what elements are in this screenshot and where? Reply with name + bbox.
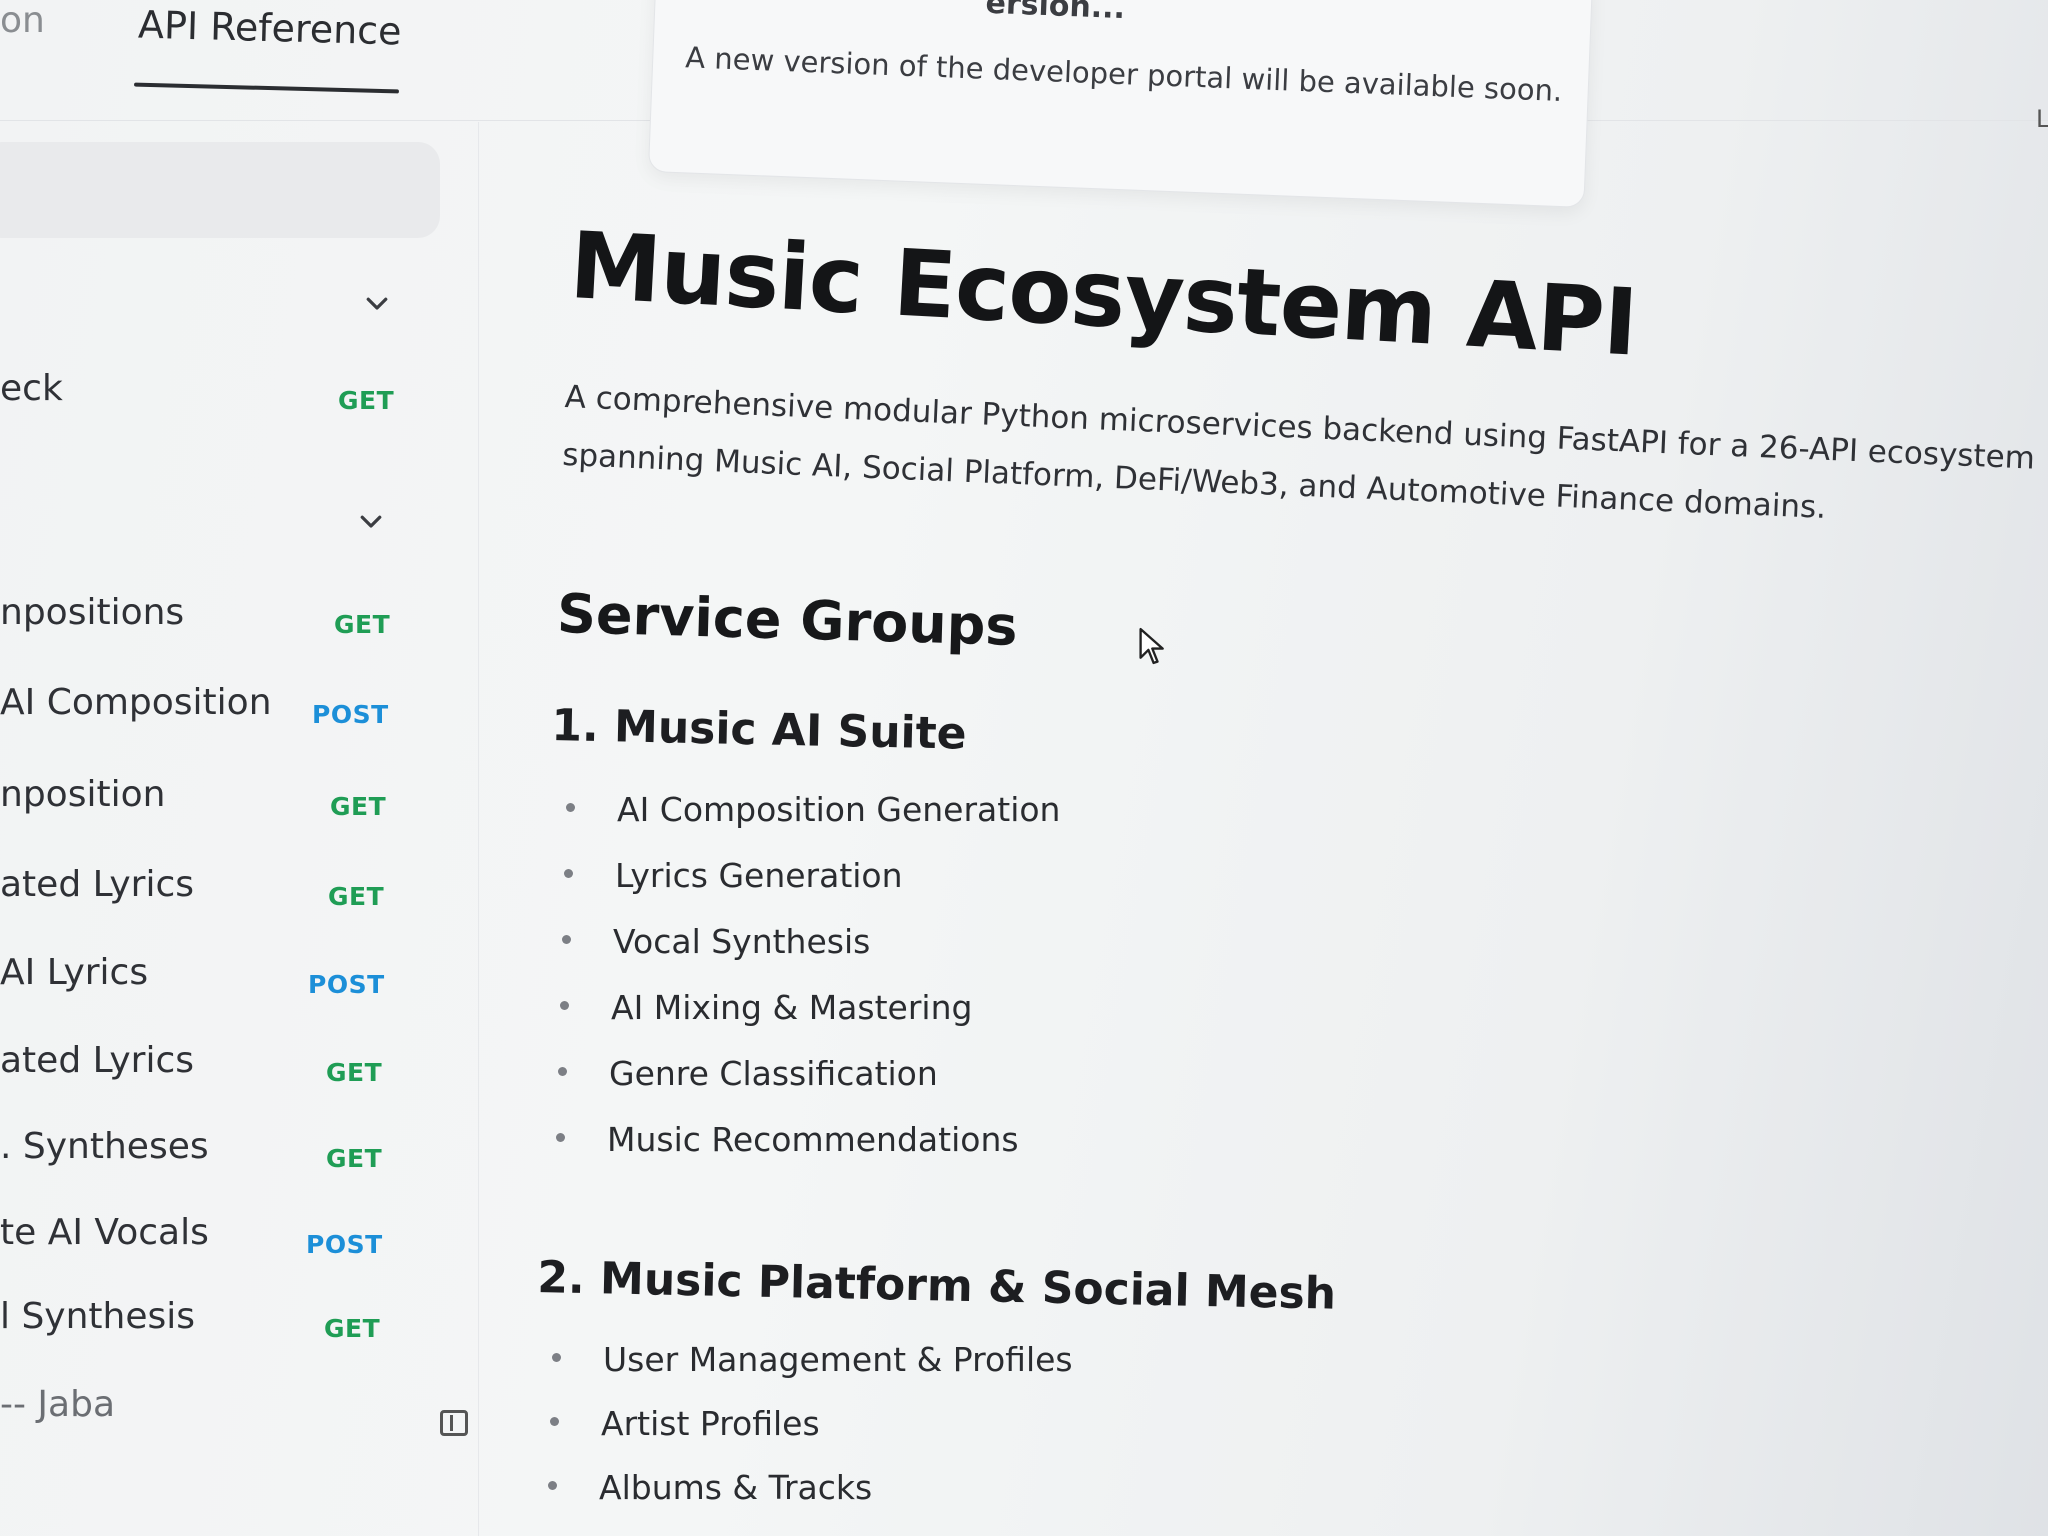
method-badge: GET [338, 386, 395, 415]
method-badge: POST [308, 970, 385, 999]
sidebar-item[interactable]: AI Lyrics POST [0, 952, 420, 1008]
method-badge: POST [306, 1230, 383, 1259]
page: on API Reference ersion... A new version… [0, 0, 2048, 1536]
sidebar-item-label: -- Jaba [0, 1384, 116, 1424]
list-item: Lyrics Generation [564, 856, 903, 895]
main-content: Music Ecosystem API A comprehensive modu… [536, 190, 2036, 1530]
banner-message: A new version of the developer portal wi… [684, 40, 1563, 108]
sidebar-toggle-icon[interactable] [440, 1410, 468, 1436]
bullet-icon [564, 869, 573, 878]
group-title: 1. Music AI Suite [550, 700, 968, 760]
list-item: Music Recommendations [556, 1120, 1019, 1159]
bullet-icon [566, 803, 575, 812]
sidebar-item[interactable]: -- Jaba [0, 1384, 420, 1424]
page-title: Music Ecosystem API [567, 212, 1640, 377]
method-badge: GET [324, 1314, 381, 1343]
sidebar-item-label: te AI Vocals [0, 1212, 209, 1253]
sidebar-item[interactable]: ated Lyrics GET [0, 1040, 420, 1096]
mouse-pointer-icon [1138, 626, 1164, 666]
sidebar-item-label: . Syntheses [0, 1126, 209, 1167]
bullet-icon [562, 935, 571, 944]
tab-api-reference[interactable]: API Reference [137, 3, 402, 54]
sidebar-item-label: ated Lyrics [0, 1040, 195, 1081]
bullet-icon [558, 1067, 567, 1076]
banner-title: ersion... [984, 0, 1126, 27]
list-item: Artist Profiles [550, 1404, 820, 1443]
list-item: Albums & Tracks [548, 1468, 872, 1507]
bullet-icon [560, 1001, 569, 1010]
announcement-banner: ersion... A new version of the developer… [647, 0, 1594, 208]
sidebar-item-label: ated Lyrics [0, 864, 195, 905]
sidebar-item[interactable]: ated Lyrics GET [0, 864, 420, 920]
method-badge: POST [312, 700, 389, 729]
bullet-icon [550, 1417, 559, 1426]
nav-tab-partial[interactable]: on [0, 0, 45, 41]
sidebar-item-label: nposition [0, 774, 166, 815]
method-badge: GET [326, 1058, 383, 1087]
list-item: AI Mixing & Mastering [560, 988, 972, 1027]
sidebar-item[interactable]: l Synthesis GET [0, 1296, 420, 1352]
list-item: User Management & Profiles [552, 1340, 1073, 1379]
sidebar-item-label: AI Lyrics [0, 952, 149, 993]
chevron-down-icon[interactable] [362, 288, 392, 318]
chevron-down-icon[interactable] [356, 506, 386, 536]
sidebar-item-label: npositions [0, 592, 185, 633]
method-badge: GET [328, 882, 385, 911]
sidebar-item[interactable]: nposition GET [0, 774, 420, 830]
bullet-icon [548, 1481, 557, 1490]
method-badge: GET [334, 610, 391, 639]
sidebar-item[interactable]: AI Composition POST [0, 682, 420, 738]
method-badge: GET [330, 792, 387, 821]
sidebar-item[interactable]: eck GET [0, 368, 420, 424]
bullet-icon [552, 1353, 561, 1362]
list-item: Genre Classification [558, 1054, 938, 1093]
header-edge-glyph: L [2036, 105, 2048, 133]
sidebar-search-box[interactable] [0, 142, 440, 238]
sidebar-item-label: AI Composition [0, 682, 272, 723]
active-tab-indicator [133, 82, 400, 94]
page-description: A comprehensive modular Python microserv… [561, 378, 2036, 526]
sidebar-item-label: l Synthesis [0, 1296, 196, 1337]
sidebar-item[interactable]: npositions GET [0, 592, 420, 648]
method-badge: GET [326, 1144, 383, 1173]
bullet-icon [556, 1133, 565, 1142]
group-title: 2. Music Platform & Social Mesh [536, 1252, 1337, 1320]
list-item: Vocal Synthesis [562, 922, 870, 961]
sidebar-item[interactable]: te AI Vocals POST [0, 1212, 420, 1268]
sidebar-item-label: eck [0, 368, 63, 409]
sidebar: eck GET npositions GET AI Composition PO… [0, 122, 479, 1536]
sidebar-item[interactable]: . Syntheses GET [0, 1126, 420, 1182]
section-title: Service Groups [556, 582, 1019, 658]
list-item: AI Composition Generation [566, 790, 1060, 829]
